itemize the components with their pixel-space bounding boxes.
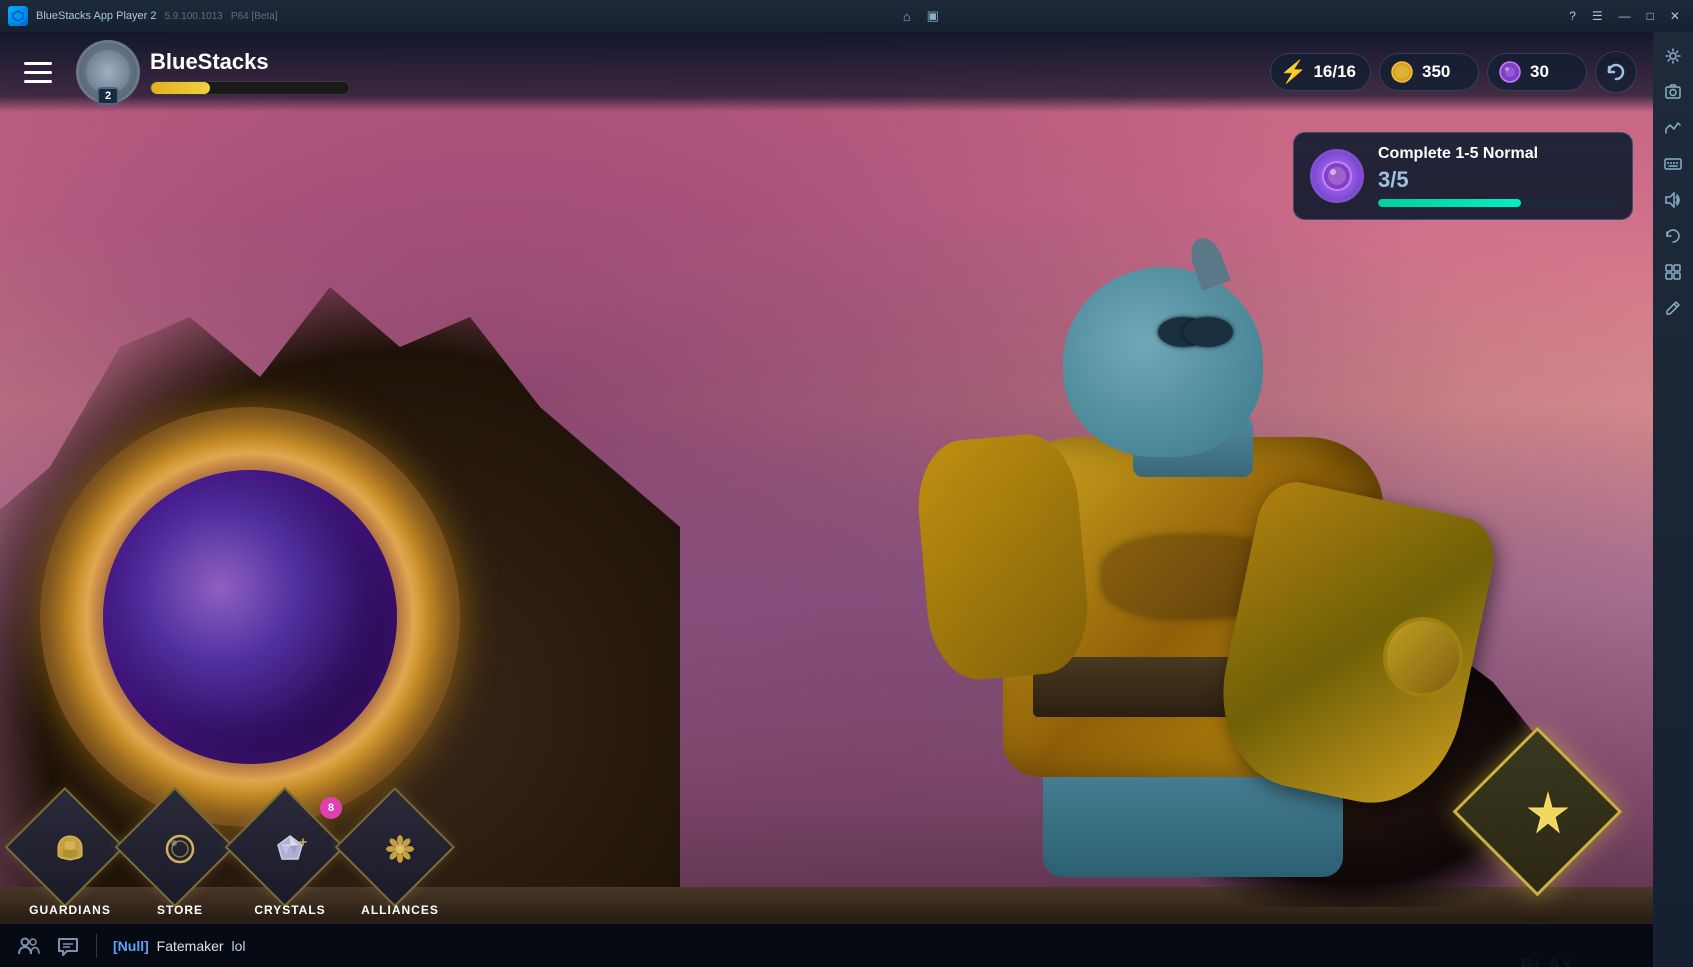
nav-item-crystals[interactable]: 8 [240, 799, 340, 917]
energy-icon: ⚡ [1279, 58, 1307, 86]
quest-title: Complete 1-5 Normal [1378, 145, 1616, 163]
crystals-badge: 8 [320, 797, 342, 819]
quest-progress-fill [1378, 199, 1521, 207]
alliances-label: ALLIANCES [361, 903, 439, 917]
minimize-button[interactable]: — [1614, 7, 1636, 25]
menu-line-3 [24, 80, 52, 83]
store-icon-container [162, 831, 198, 867]
maximize-button[interactable]: □ [1642, 7, 1659, 25]
hamburger-icon[interactable]: ☰ [1587, 7, 1608, 25]
titlebar-version: 5.9.100.1013 [164, 11, 222, 22]
coins-icon [1388, 58, 1416, 86]
titlebar-window-controls: ? ☰ — □ ✕ [1564, 7, 1685, 25]
chat-message-text: lol [231, 938, 245, 954]
play-icon-container [1521, 789, 1575, 843]
sidebar-settings-icon[interactable] [1657, 40, 1689, 72]
portal[interactable] [40, 407, 460, 827]
help-icon[interactable]: ? [1564, 7, 1581, 25]
close-button[interactable]: ✕ [1665, 7, 1685, 25]
bluestacks-logo [8, 6, 28, 26]
gems-resource[interactable]: 30 [1487, 53, 1587, 91]
titlebar-center: ⌂ ▣ [899, 6, 943, 26]
energy-value: 16/16 [1313, 62, 1356, 82]
player-info: 2 BlueStacks [76, 40, 350, 104]
refresh-button[interactable] [1595, 51, 1637, 93]
top-hud: 2 BlueStacks ⚡ 16/16 [0, 32, 1653, 112]
player-level: 2 [97, 87, 119, 105]
menu-line-2 [24, 71, 52, 74]
store-button[interactable] [130, 799, 230, 899]
titlebar-app-title: BlueStacks App Player 2 [36, 10, 156, 22]
guardians-label: GUARDIANS [29, 903, 111, 917]
nav-item-guardians[interactable]: GUARDIANS [20, 799, 120, 917]
alliances-icon-container [382, 831, 418, 867]
coins-value: 350 [1422, 62, 1450, 82]
sidebar-rotate-icon[interactable] [1657, 220, 1689, 252]
sidebar-screenshot-icon[interactable] [1657, 76, 1689, 108]
quest-progress-bar [1378, 199, 1616, 207]
game-area: 2 BlueStacks ⚡ 16/16 [0, 32, 1653, 967]
play-diamond [1473, 741, 1623, 891]
titlebar: BlueStacks App Player 2 5.9.100.1013 P64… [0, 0, 1693, 32]
sidebar-performance-icon[interactable] [1657, 112, 1689, 144]
nav-wrapper: GUARDIANS STORE [0, 793, 1653, 923]
crystals-icon-container [272, 831, 308, 867]
chat-divider [96, 934, 97, 958]
crystals-label: CRYSTALS [254, 903, 325, 917]
alliances-button[interactable] [350, 799, 450, 899]
player-xp-bar [150, 81, 350, 95]
energy-resource[interactable]: ⚡ 16/16 [1270, 53, 1371, 91]
sidebar-apps-icon[interactable] [1657, 256, 1689, 288]
quest-panel[interactable]: Complete 1-5 Normal 3/5 [1293, 132, 1633, 220]
sidebar-volume-icon[interactable] [1657, 184, 1689, 216]
store-label: STORE [157, 903, 203, 917]
chat-icon[interactable] [56, 934, 80, 958]
home-icon[interactable]: ⌂ [899, 7, 915, 26]
coins-resource[interactable]: 350 [1379, 53, 1479, 91]
menu-button[interactable] [16, 50, 60, 94]
sidebar-edit-icon[interactable] [1657, 292, 1689, 324]
crystals-button[interactable]: 8 [240, 799, 340, 899]
friends-icon[interactable] [16, 934, 40, 958]
gems-value: 30 [1530, 62, 1549, 82]
guardians-icon-container [53, 832, 87, 866]
chat-bar: [Null] Fatemaker lol [0, 923, 1653, 967]
quest-icon [1310, 149, 1364, 203]
chat-message: [Null] Fatemaker lol [113, 938, 245, 954]
nav-item-store[interactable]: STORE [130, 799, 230, 917]
media-icon[interactable]: ▣ [923, 6, 943, 26]
player-name-area: BlueStacks [150, 49, 350, 95]
menu-line-1 [24, 62, 52, 65]
player-avatar[interactable]: 2 [76, 40, 140, 104]
quest-info: Complete 1-5 Normal 3/5 [1378, 145, 1616, 207]
chat-username-text: Fatemaker [157, 938, 224, 954]
titlebar-platform: P64 [Beta] [231, 11, 278, 22]
nav-item-alliances[interactable]: ALLIANCES [350, 799, 450, 917]
player-name: BlueStacks [150, 49, 350, 75]
player-xp-fill [151, 82, 210, 94]
quest-progress-text: 3/5 [1378, 167, 1616, 193]
portal-inner [103, 470, 397, 764]
resources: ⚡ 16/16 350 [1270, 51, 1637, 93]
bluestacks-sidebar [1653, 32, 1693, 967]
titlebar-left: BlueStacks App Player 2 5.9.100.1013 P64… [8, 6, 278, 26]
character-sulley [913, 197, 1473, 877]
nav-items: GUARDIANS STORE [20, 799, 450, 917]
guardians-button[interactable] [20, 799, 120, 899]
gems-icon [1496, 58, 1524, 86]
chat-guild-tag: [Null] [113, 938, 149, 954]
sidebar-keyboard-icon[interactable] [1657, 148, 1689, 180]
